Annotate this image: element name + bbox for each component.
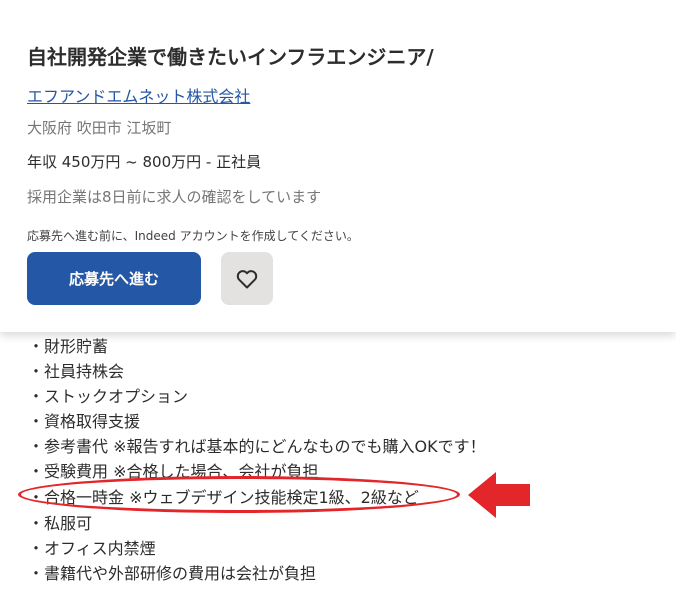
highlight-circle-annotation: [18, 476, 460, 513]
job-salary: 年収 450万円 ~ 800万円 - 正社員: [27, 153, 262, 171]
benefit-item: ・書籍代や外部研修の費用は会社が負担: [28, 564, 317, 583]
save-job-button[interactable]: [221, 252, 273, 305]
red-arrow-annotation: [468, 472, 530, 518]
company-link[interactable]: エフアンドエムネット株式会社: [27, 83, 250, 107]
heart-outline-icon: [236, 269, 258, 288]
account-note: 応募先へ進む前に、Indeed アカウントを作成してください。: [27, 229, 359, 243]
benefit-item: ・参考書代 ※報告すれば基本的にどんなものでも購入OKです！: [28, 437, 486, 456]
benefit-item: ・ストックオプション: [28, 387, 189, 406]
job-title: 自社開発企業で働きたいインフラエンジニア/: [27, 45, 434, 69]
benefit-item: ・オフィス内禁煙: [28, 539, 156, 558]
benefit-item: ・社員持株会: [28, 362, 125, 381]
job-location: 大阪府 吹田市 江坂町: [27, 119, 172, 137]
job-header-card: 自社開発企業で働きたいインフラエンジニア/ エフアンドエムネット株式会社 大阪府…: [0, 0, 676, 332]
benefit-item: ・資格取得支援: [28, 412, 141, 431]
benefit-item: ・私服可: [28, 514, 93, 533]
employer-activity: 採用企業は8日前に求人の確認をしています: [27, 188, 322, 206]
apply-button[interactable]: 応募先へ進む: [27, 252, 201, 305]
benefit-item: ・財形貯蓄: [28, 337, 109, 356]
